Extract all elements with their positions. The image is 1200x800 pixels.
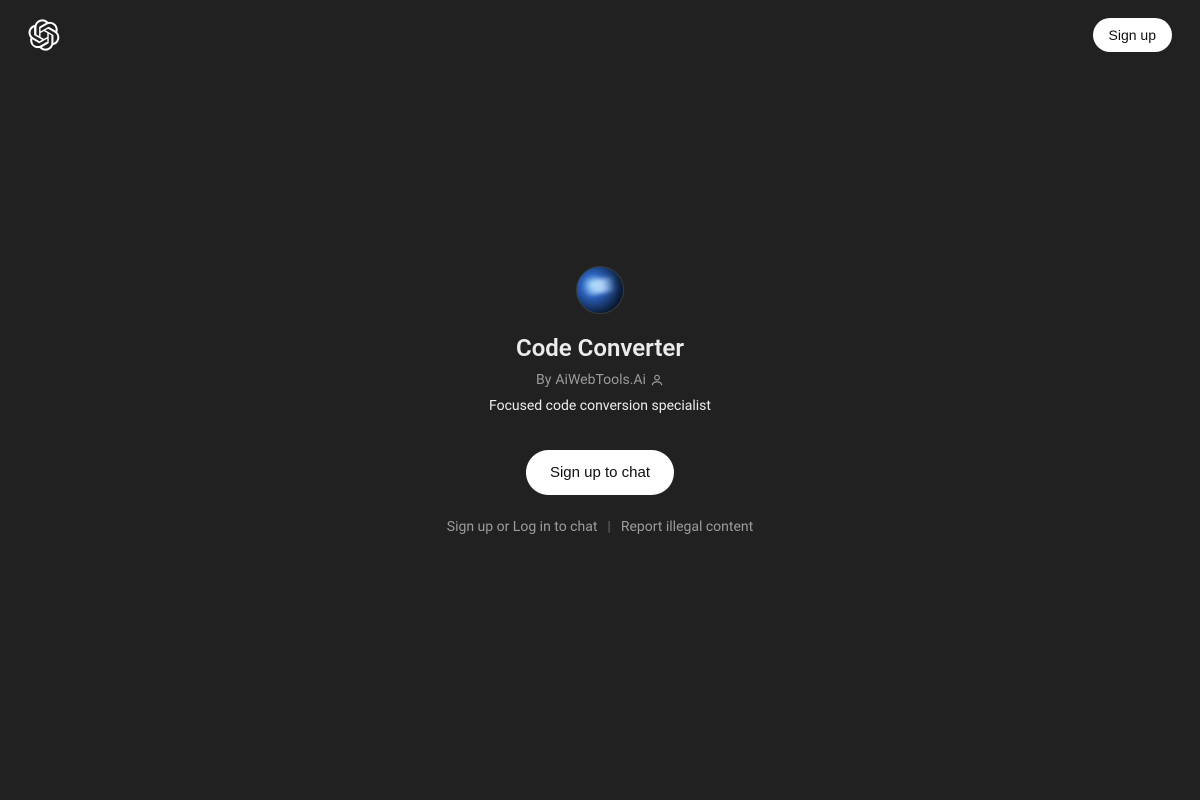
- footer-divider: |: [607, 519, 610, 535]
- signup-login-link[interactable]: Sign up or Log in to chat: [447, 519, 598, 535]
- main-content: Code Converter By AiWebTools.Ai Focused …: [0, 0, 1200, 800]
- signup-to-chat-button[interactable]: Sign up to chat: [526, 450, 674, 495]
- app-title: Code Converter: [516, 334, 684, 362]
- user-icon: [650, 373, 664, 387]
- footer-links: Sign up or Log in to chat | Report illeg…: [447, 519, 753, 535]
- app-avatar-icon: [576, 266, 624, 314]
- byline-author: AiWebTools.Ai: [555, 372, 646, 388]
- report-link[interactable]: Report illegal content: [621, 519, 753, 535]
- byline-prefix: By: [536, 372, 551, 388]
- app-description: Focused code conversion specialist: [489, 398, 711, 414]
- byline: By AiWebTools.Ai: [536, 372, 664, 388]
